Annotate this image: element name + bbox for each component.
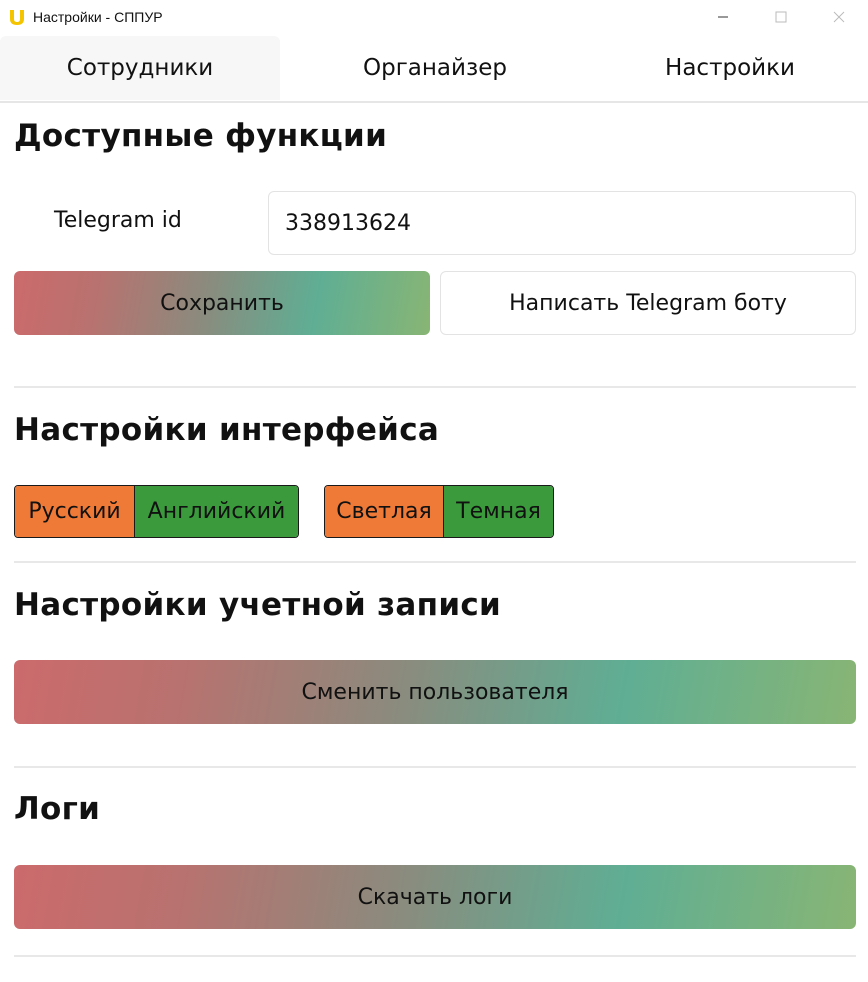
window-title: Настройки - СППУР [33,9,163,25]
close-button[interactable] [810,0,868,34]
divider [14,561,856,563]
telegram-id-field[interactable]: 338913624 [268,191,856,255]
app-logo-icon [10,10,24,25]
language-option-english[interactable]: Английский [135,486,298,537]
maximize-icon [775,11,787,23]
telegram-id-label: Telegram id [54,208,182,233]
language-toggle[interactable]: Русский Английский [14,485,299,538]
section-title-interface: Настройки интерфейса [14,412,440,448]
divider [14,766,856,768]
language-option-russian[interactable]: Русский [15,486,135,537]
tab-bar: Сотрудники Органайзер Настройки [0,36,868,103]
title-bar: Настройки - СППУР [0,0,868,34]
save-button[interactable]: Сохранить [14,271,430,335]
divider [14,955,856,957]
theme-option-dark[interactable]: Темная [444,486,553,537]
switch-user-button[interactable]: Сменить пользователя [14,660,856,724]
minimize-icon [718,16,728,18]
divider [14,386,856,388]
theme-option-light[interactable]: Светлая [325,486,444,537]
write-telegram-bot-button[interactable]: Написать Telegram боту [440,271,856,335]
section-title-account: Настройки учетной записи [14,587,502,623]
maximize-button[interactable] [752,0,810,34]
download-logs-button[interactable]: Скачать логи [14,865,856,929]
section-title-functions: Доступные функции [14,118,388,154]
theme-toggle[interactable]: Светлая Темная [324,485,554,538]
close-icon [833,11,845,23]
tab-employees[interactable]: Сотрудники [0,36,280,100]
minimize-button[interactable] [694,0,752,34]
tab-organizer[interactable]: Органайзер [290,36,580,100]
tab-settings[interactable]: Настройки [590,36,868,100]
section-title-logs: Логи [14,791,101,827]
